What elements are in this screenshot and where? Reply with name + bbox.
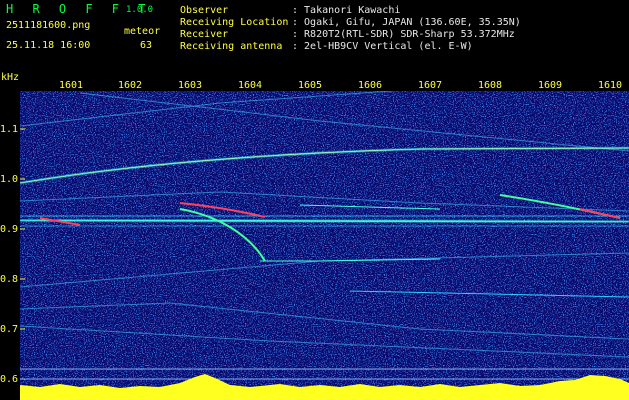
antenna-value: : 2el-HB9CV Vertical (el. E-W) [292,41,473,52]
x-tick-label: 1606 [358,80,383,91]
app-version: 1.0.0 [126,5,154,15]
observer-label: Observer [180,5,229,16]
capture-datetime: 25.11.18 16:00 [6,40,91,51]
x-tick-label: 1607 [418,80,443,91]
y-tick-label: 0.8 [0,274,19,285]
y-tick-label: 0.9 [0,224,19,235]
observer-value: : Takanori Kawachi [292,5,401,16]
spectrogram-noise [20,91,629,400]
receiver-label: Receiver [180,29,229,40]
capture-filename: 2511181600.png [6,20,91,31]
capture-mode: meteor [124,26,161,37]
x-tick-label: 1603 [178,80,203,91]
y-tick-label: 1.0 [0,174,19,185]
x-tick-label: 1609 [538,80,563,91]
x-tick-label: 1604 [238,80,263,91]
antenna-label: Receiving antenna [180,41,283,52]
detection-count: 63 [140,40,153,51]
y-tick-label: 0.7 [0,324,19,335]
receiver-value: : R820T2(RTL-SDR) SDR-Sharp 53.372MHz [292,29,515,40]
spectrogram-display [20,91,629,400]
x-tick-label: 1608 [478,80,503,91]
location-label: Receiving Location [180,17,289,28]
y-unit-label: kHz [1,72,20,83]
location-value: : Ogaki, Gifu, JAPAN (136.60E, 35.35N) [292,17,521,28]
x-tick-label: 1610 [598,80,623,91]
y-tick-label: 1.1 [0,124,19,135]
x-tick-label: 1605 [298,80,323,91]
x-tick-label: 1601 [59,80,84,91]
y-tick-label: 0.6 [0,374,19,385]
x-tick-label: 1602 [118,80,143,91]
